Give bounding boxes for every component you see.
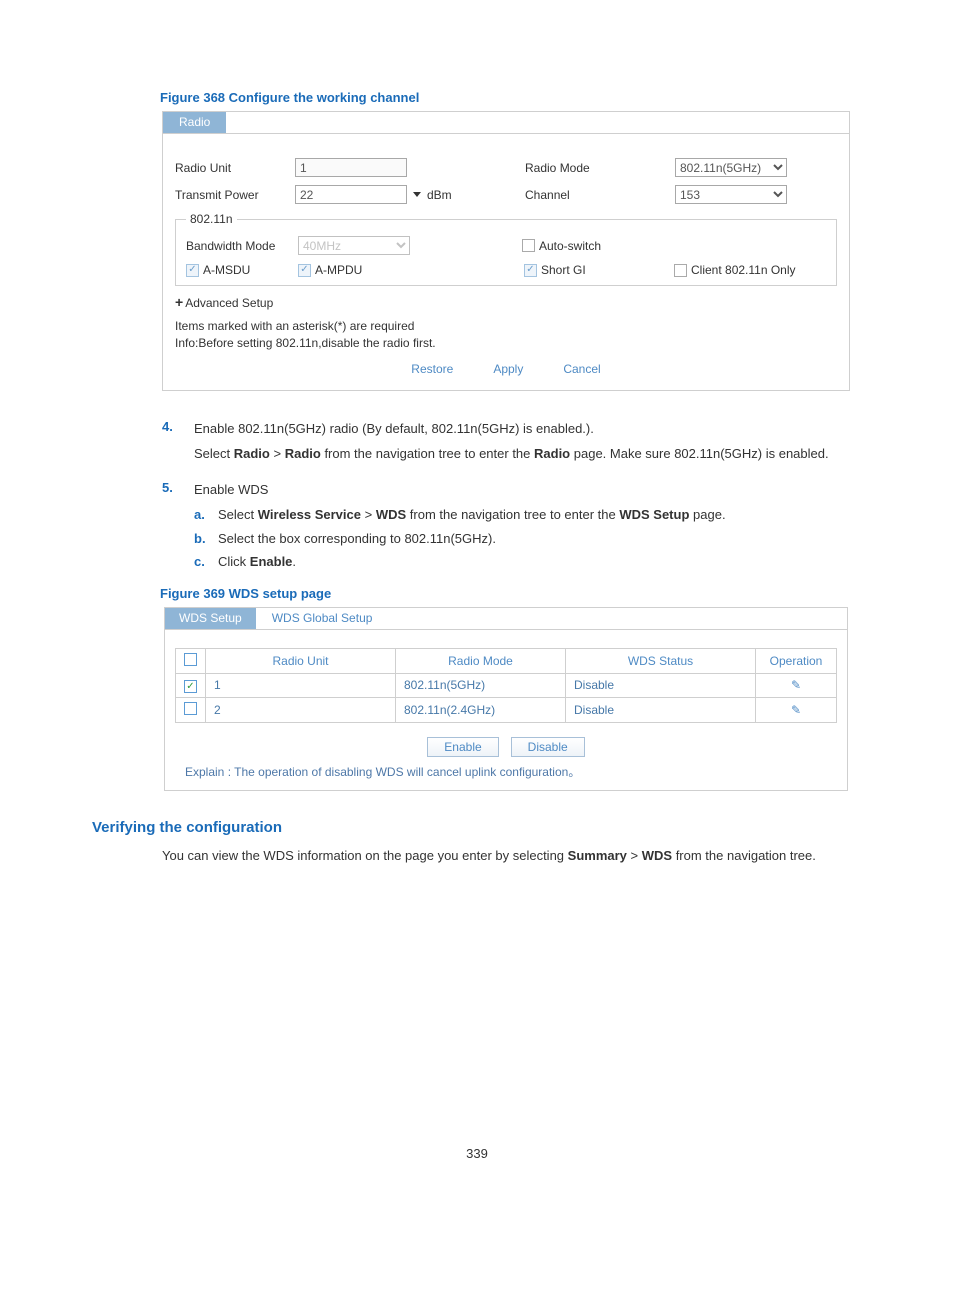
row-1-unit: 1 [206, 673, 396, 698]
radio-mode-select[interactable]: 802.11n(5GHz) [675, 158, 787, 177]
row-2-mode: 802.11n(2.4GHz) [396, 698, 566, 723]
step-5c-letter: c. [194, 552, 218, 572]
enable-button[interactable]: Enable [427, 737, 498, 757]
select-all-checkbox[interactable] [184, 653, 197, 666]
verifying-text: You can view the WDS information on the … [162, 846, 862, 866]
step-5b-letter: b. [194, 529, 218, 549]
legend-80211n: 802.11n [186, 212, 237, 226]
label-client-n-only: Client 802.11n Only [691, 263, 796, 277]
80211n-fieldset: 802.11n Bandwidth Mode 40MHz Auto-switch… [175, 212, 837, 286]
label-amsdu: A-MSDU [203, 263, 250, 277]
col-radio-unit: Radio Unit [206, 648, 396, 673]
label-transmit-power: Transmit Power [175, 188, 295, 202]
wds-table: Radio Unit Radio Mode WDS Status Operati… [175, 648, 837, 724]
step-5-number: 5. [162, 480, 194, 576]
label-dbm: dBm [427, 188, 452, 202]
client-n-only-checkbox[interactable] [674, 264, 687, 277]
step-4-text: Select Radio > Radio from the navigation… [194, 444, 862, 464]
row-2-checkbox[interactable] [184, 702, 197, 715]
advanced-setup-toggle[interactable]: +Advanced Setup [175, 294, 837, 310]
tab-wds-global-setup[interactable]: WDS Global Setup [256, 608, 389, 629]
row-2-status: Disable [566, 698, 756, 723]
label-shortgi: Short GI [541, 263, 586, 277]
row-1-checkbox[interactable] [184, 680, 197, 693]
note-info: Info:Before setting 802.11n,disable the … [175, 335, 837, 352]
table-row: 1 802.11n(5GHz) Disable ✎ [176, 673, 837, 698]
cancel-button[interactable]: Cancel [563, 362, 600, 376]
label-ampdu: A-MPDU [315, 263, 362, 277]
figure-369-caption: Figure 369 WDS setup page [160, 586, 862, 601]
label-radio-mode: Radio Mode [525, 161, 675, 175]
radio-unit-input[interactable] [295, 158, 407, 177]
note-required: Items marked with an asterisk(*) are req… [175, 318, 837, 335]
step-5c-text: Click Enable. [218, 552, 296, 572]
radio-tabbar: Radio [163, 112, 849, 134]
step-4-title: Enable 802.11n(5GHz) radio (By default, … [194, 419, 862, 439]
restore-button[interactable]: Restore [411, 362, 453, 376]
plus-icon: + [175, 294, 183, 310]
verifying-heading: Verifying the configuration [92, 819, 862, 836]
tab-wds-setup[interactable]: WDS Setup [165, 608, 256, 629]
figure-368-caption: Figure 368 Configure the working channel [160, 90, 862, 105]
label-bandwidth-mode: Bandwidth Mode [186, 239, 298, 253]
wds-explain-text: Explain : The operation of disabling WDS… [175, 761, 837, 790]
step-5a-text: Select Wireless Service > WDS from the n… [218, 505, 726, 525]
amsdu-checkbox[interactable] [186, 264, 199, 277]
page-number: 339 [92, 1146, 862, 1161]
shortgi-checkbox[interactable] [524, 264, 537, 277]
tab-radio[interactable]: Radio [163, 112, 226, 133]
radio-config-panel: Radio Radio Unit Radio Mode 802.11n(5GHz… [162, 111, 850, 391]
ampdu-checkbox[interactable] [298, 264, 311, 277]
row-2-edit-icon[interactable]: ✎ [791, 703, 801, 717]
channel-select[interactable]: 153 [675, 185, 787, 204]
row-1-edit-icon[interactable]: ✎ [791, 678, 801, 692]
col-operation: Operation [756, 648, 837, 673]
label-channel: Channel [525, 188, 675, 202]
chevron-down-icon[interactable] [413, 192, 421, 197]
col-radio-mode: Radio Mode [396, 648, 566, 673]
row-1-status: Disable [566, 673, 756, 698]
step-5b-text: Select the box corresponding to 802.11n(… [218, 529, 496, 549]
transmit-power-input[interactable] [295, 185, 407, 204]
table-row: 2 802.11n(2.4GHz) Disable ✎ [176, 698, 837, 723]
step-5-title: Enable WDS [194, 480, 862, 500]
label-autoswitch: Auto-switch [539, 239, 601, 253]
bandwidth-mode-select[interactable]: 40MHz [298, 236, 410, 255]
step-4-number: 4. [162, 419, 194, 470]
step-5a-letter: a. [194, 505, 218, 525]
apply-button[interactable]: Apply [493, 362, 523, 376]
wds-tabbar: WDS Setup WDS Global Setup [165, 608, 847, 630]
col-wds-status: WDS Status [566, 648, 756, 673]
row-2-unit: 2 [206, 698, 396, 723]
disable-button[interactable]: Disable [511, 737, 585, 757]
row-1-mode: 802.11n(5GHz) [396, 673, 566, 698]
autoswitch-checkbox[interactable] [522, 239, 535, 252]
wds-setup-panel: WDS Setup WDS Global Setup Radio Unit Ra… [164, 607, 848, 792]
label-radio-unit: Radio Unit [175, 161, 295, 175]
